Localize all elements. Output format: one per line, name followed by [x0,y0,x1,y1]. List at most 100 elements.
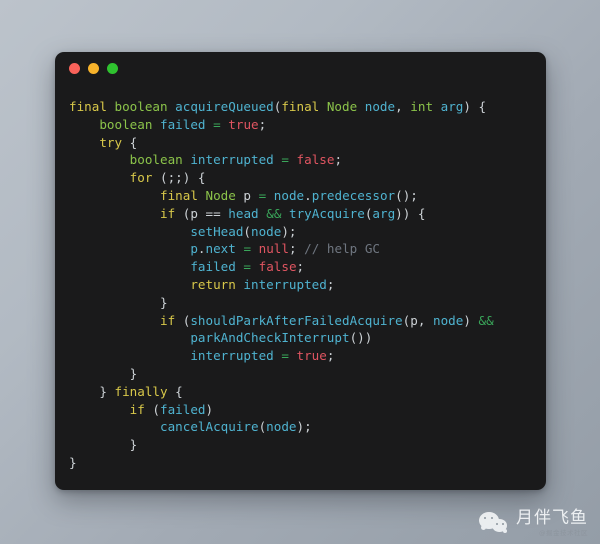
code-token: == [205,205,221,221]
watermark-text: 月伴飞鱼 @掘金技术社区 [516,507,588,537]
code-token: ; [296,259,305,275]
wechat-logo-icon [479,511,509,535]
code-token: head [228,205,259,221]
code-line: if (shouldParkAfterFailedAcquire(p, node… [69,312,546,330]
code-token: } [69,294,168,310]
code-token: next [205,241,236,257]
code-token: ( [144,401,161,417]
code-token: Node [205,187,244,203]
code-line: final Node p = node.predecessor(); [69,187,546,205]
code-token: } [69,365,138,381]
code-token: finally [114,383,168,399]
code-line: p.next = null; // help GC [69,240,546,258]
code-token: cancelAcquire [160,419,259,435]
code-token: if [160,312,176,328]
code-line: final boolean acquireQueued(final Node n… [69,98,546,116]
code-token: ) { [463,99,487,114]
traffic-lights [69,63,118,74]
window-titlebar[interactable] [55,52,546,84]
code-token: true [296,348,327,364]
close-button[interactable] [69,63,80,74]
maximize-button[interactable] [107,63,118,74]
screenshot-root: final boolean acquireQueued ( final Node n… [0,0,600,544]
code-line: if (failed) [69,401,546,419]
code-line: parkAndCheckInterrupt()) [69,329,546,347]
code-line: boolean interrupted = false; [69,151,546,169]
code-token: } [69,454,77,470]
code-token: ; [326,276,335,292]
code-line: for (;;) { [69,169,546,187]
code-token: . [197,241,206,257]
code-token: interrupted [243,276,327,292]
code-line: } finally { [69,383,546,401]
code-token: && [266,205,282,221]
code-token: ); [281,223,297,239]
code-line: } [69,294,546,312]
code-line: setHead(node); [69,223,546,241]
code-token: node [273,187,305,203]
code-token: false [258,259,297,275]
code-token: for [129,170,153,186]
code-line: interrupted = true; [69,347,546,365]
code-token: { [167,383,183,399]
code-token: predecessor [311,187,396,203]
code-editor-content[interactable]: final boolean acquireQueued ( final Node n… [55,84,546,472]
code-line: failed = false; [69,258,546,276]
code-token: . [304,187,312,203]
code-token: boolean [99,116,161,132]
code-token: failed [160,401,206,417]
code-token: final [281,99,327,114]
code-token: , [395,99,411,114]
code-token: = [243,241,252,257]
code-token: shouldParkAfterFailedAcquire [190,312,403,328]
code-token: boolean [129,152,191,168]
code-token: ); [296,419,312,435]
code-token: null [258,241,289,257]
code-token: node [433,312,464,328]
code-window: final boolean acquireQueued ( final Node n… [55,52,546,490]
code-token: ( [243,223,251,239]
code-token: node [364,99,396,114]
code-token: } [69,383,115,399]
code-token: (); [395,187,418,203]
code-token: = [213,116,221,132]
code-line: try { [69,134,546,152]
code-token: ; [258,116,267,132]
watermark-subtitle: @掘金技术社区 [539,528,588,537]
code-token: , [417,312,434,328]
code-token: )) { [395,205,426,221]
code-token: // help GC [304,241,380,257]
code-token: { [122,134,138,150]
minimize-button[interactable] [88,63,99,74]
code-line: } [69,436,546,454]
code-token: node [266,419,297,435]
code-token: failed [190,259,236,275]
code-token: arg [372,205,396,221]
code-token: final [160,187,206,203]
code-token: ; [334,152,343,168]
watermark-title: 月伴飞鱼 [516,507,588,528]
code-token: ; [326,348,335,364]
code-token: = [281,152,289,168]
code-token: acquireQueued [175,99,274,114]
code-line: } [69,365,546,383]
code-token: p [190,205,198,221]
code-line: return interrupted; [69,276,546,294]
code-token: arg [440,99,464,114]
code-token: p [410,312,418,328]
code-token: ) [463,312,479,328]
